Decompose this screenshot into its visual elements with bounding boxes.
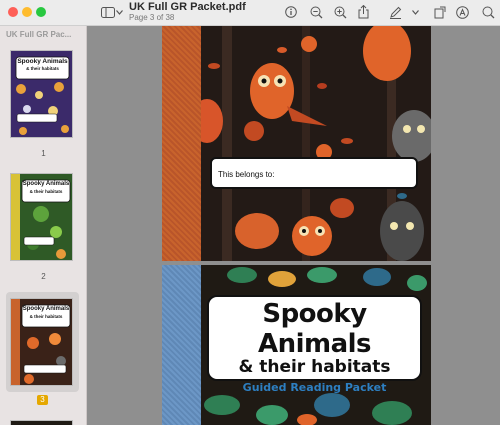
thumbnail-artwork <box>11 174 72 260</box>
zoom-in-icon[interactable] <box>333 3 347 21</box>
close-window-button[interactable] <box>8 7 18 17</box>
window-title-block: UK Full GR Packet.pdf Page 3 of 38 <box>129 1 246 22</box>
search-icon[interactable] <box>481 3 495 21</box>
thumbnail-number-2: 2 <box>41 272 46 281</box>
pdf-page-back-cover: This belongs to: <box>162 26 431 261</box>
info-icon[interactable] <box>284 3 298 21</box>
cover-subtitle: & their habitats <box>238 357 391 377</box>
thumbnail-sidebar: UK Full GR Pac... Spooky Animals & their… <box>0 26 87 425</box>
sidebar-icon[interactable] <box>100 3 116 21</box>
sidebar-title: UK Full GR Pac... <box>6 30 72 39</box>
annotate-circle-icon[interactable] <box>455 3 469 21</box>
cover-title: Spooky Animals <box>257 299 372 359</box>
belongs-to-label: This belongs to: <box>218 170 275 179</box>
blue-spine-stripe <box>162 265 201 425</box>
thumbnail-number-1: 1 <box>41 149 46 158</box>
markup-pen-icon[interactable] <box>388 3 402 21</box>
toolbar: UK Full GR Packet.pdf Page 3 of 38 <box>0 0 500 26</box>
page-illustration <box>162 26 431 261</box>
share-icon[interactable] <box>357 3 369 21</box>
document-title: UK Full GR Packet.pdf <box>129 1 246 13</box>
thumbnail-heading: Spooky Animals <box>17 58 68 65</box>
thumbnail-page-3[interactable]: Spooky Animals & their habitats <box>10 298 73 386</box>
thumbnail-artwork <box>11 299 72 385</box>
rotate-icon[interactable] <box>433 3 446 21</box>
cover-packet-label: Guided Reading Packet <box>242 381 387 394</box>
thumbnail-page-2[interactable]: Spooky Animals & their habitats <box>10 173 73 261</box>
page-status: Page 3 of 38 <box>129 12 175 22</box>
thumbnail-subheading: & their habitats <box>29 314 63 319</box>
zoom-window-button[interactable] <box>36 7 46 17</box>
thumbnail-heading: Spooky Animals <box>22 306 70 312</box>
orange-spine-stripe <box>162 26 201 261</box>
thumbnail-subheading: & their habitats <box>26 66 59 71</box>
belongs-to-box: This belongs to: <box>210 157 418 189</box>
thumbnail-number-3-selected: 3 <box>37 395 48 405</box>
chevron-down-icon[interactable] <box>115 3 123 21</box>
markup-chevron-down-icon[interactable] <box>411 3 419 21</box>
zoom-out-icon[interactable] <box>309 3 323 21</box>
cover-title-card: Spooky Animals & their habitats Guided R… <box>207 295 422 394</box>
thumbnail-subheading: & their habitats <box>29 189 63 194</box>
pdf-page-cover: Spooky Animals & their habitats Guided R… <box>162 265 431 425</box>
thumbnail-page-4[interactable] <box>10 420 73 425</box>
thumbnail-page-1[interactable]: Spooky Animals & their habitats <box>10 50 73 138</box>
thumbnail-heading: Spooky Animals <box>22 181 70 187</box>
minimize-window-button[interactable] <box>22 7 32 17</box>
